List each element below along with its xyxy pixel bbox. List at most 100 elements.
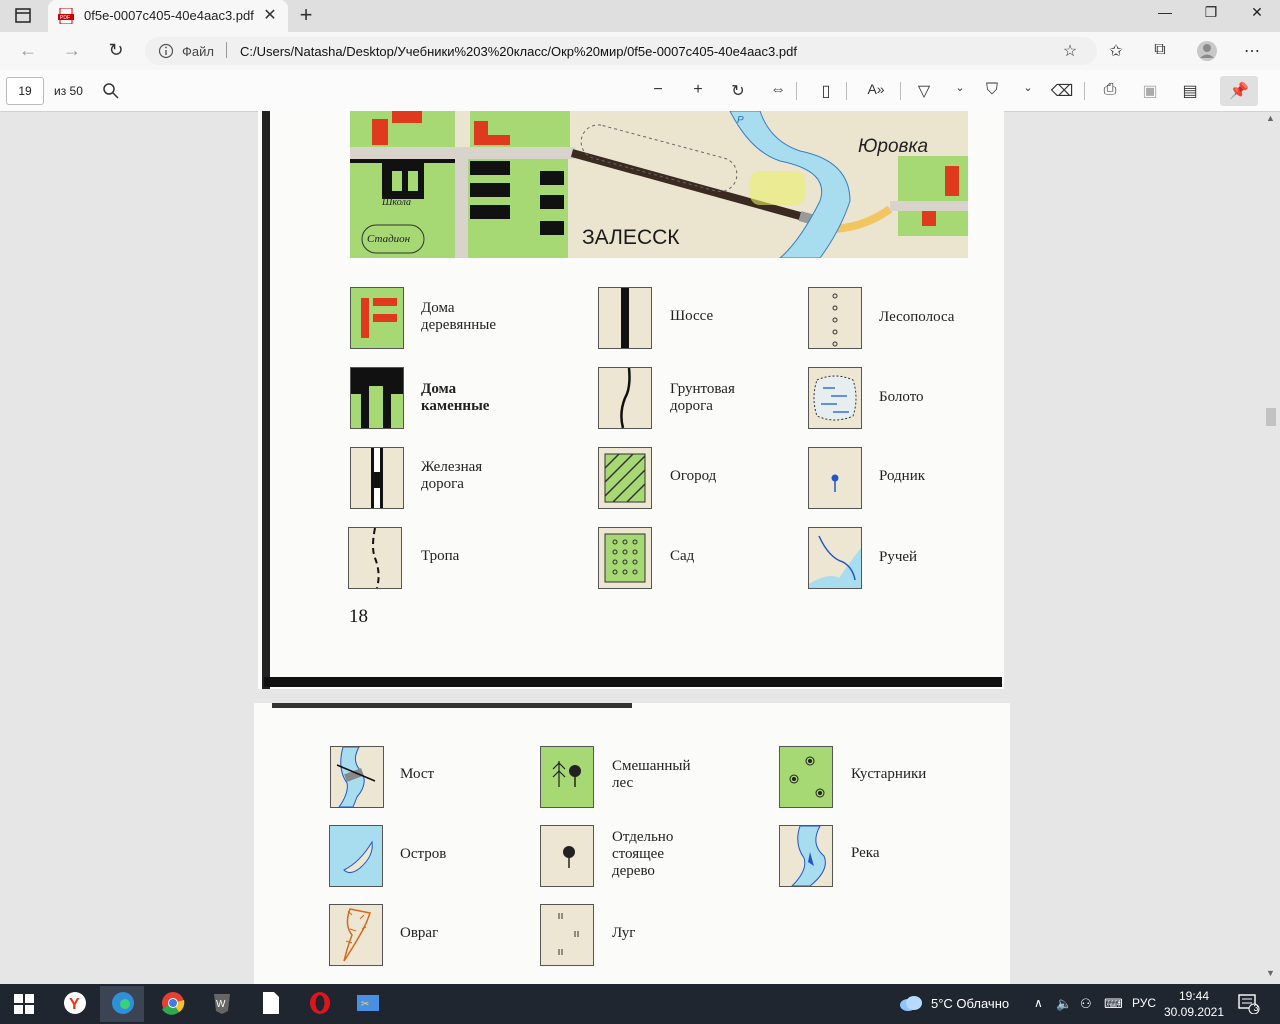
legend-icon-mixed-forest — [540, 746, 594, 808]
legend-label: Кустарники — [851, 766, 927, 782]
windows-start-icon[interactable] — [14, 994, 34, 1014]
scroll-down-icon[interactable]: ▼ — [1266, 968, 1275, 978]
legend-icon-dirt-road — [598, 367, 652, 429]
legend-label: Огород — [670, 468, 717, 484]
legend-icon-path — [348, 527, 402, 589]
svg-text:Y: Y — [69, 996, 80, 1013]
page-view-icon[interactable]: ▯ — [814, 81, 838, 101]
info-icon[interactable] — [158, 43, 174, 59]
clock[interactable]: 19:44 30.09.2021 — [1162, 988, 1226, 1020]
legend-icon-wooden-houses — [350, 287, 404, 349]
back-icon[interactable]: ← — [16, 40, 40, 61]
yandex-browser-icon[interactable]: Y — [63, 991, 87, 1015]
legend-label: Болото — [879, 389, 924, 405]
chevron-up-icon[interactable]: ∧ — [1034, 996, 1043, 1010]
legend-label: Дома каменные — [421, 381, 490, 414]
svg-text:✂: ✂ — [361, 999, 369, 1010]
network-icon[interactable]: ⚇ — [1080, 996, 1092, 1012]
legend-icon-island — [329, 825, 383, 887]
close-tab-icon[interactable]: ✕ — [260, 5, 280, 25]
legend-icon-ravine — [329, 904, 383, 966]
legend-icon-swamp — [808, 367, 862, 429]
new-tab-button[interactable]: + — [296, 2, 316, 28]
eraser-icon[interactable]: ⌫ — [1050, 81, 1074, 101]
minimize-icon[interactable]: — — [1150, 4, 1180, 20]
close-window-icon[interactable]: ✕ — [1242, 4, 1272, 21]
legend-label: Дома деревянные — [421, 300, 497, 333]
rotate-icon[interactable]: ↻ — [726, 81, 750, 101]
highlight-icon[interactable]: ⛉ — [980, 81, 1004, 99]
legend-label: Родник — [879, 468, 926, 484]
cloud-weather-icon[interactable] — [898, 994, 924, 1012]
read-aloud-icon[interactable]: A» — [864, 81, 888, 97]
scroll-up-icon[interactable]: ▲ — [1266, 113, 1275, 123]
legend-icon-railway — [350, 447, 404, 509]
chrome-icon[interactable] — [161, 991, 185, 1015]
toolbar-divider — [846, 82, 847, 100]
tab-actions-icon[interactable] — [14, 7, 32, 25]
legend-label: Сад — [670, 548, 695, 564]
media-app-icon[interactable]: ✂ — [356, 991, 380, 1015]
legend-label: Овраг — [400, 925, 439, 941]
legend-icon-spring — [808, 447, 862, 509]
legend-icon-stone-houses — [350, 367, 404, 429]
chevron-down-icon[interactable]: ⌄ — [1016, 81, 1040, 94]
url-scheme-label: Файл — [182, 44, 214, 59]
add-favorite-icon[interactable]: ☆ — [1058, 41, 1082, 61]
pin-icon[interactable]: 📌 — [1227, 81, 1251, 101]
legend-label: Железная дорога — [421, 459, 483, 492]
print-icon[interactable]: ⎙ — [1098, 81, 1122, 99]
legend-label: Остров — [400, 846, 447, 862]
map-label-stadium: Стадион — [367, 233, 411, 245]
legend-icon-vegetable-garden — [598, 447, 652, 509]
file-icon[interactable] — [261, 991, 281, 1015]
search-icon[interactable] — [102, 82, 120, 100]
legend-icon-stream — [808, 527, 862, 589]
pdf-toolbar — [0, 70, 1280, 112]
url-text[interactable]: C:/Users/Natasha/Desktop/Учебники%203%20… — [240, 44, 797, 59]
scrollbar-thumb[interactable] — [1266, 408, 1276, 426]
page-edge — [262, 111, 270, 689]
page-number-input[interactable]: 19 — [6, 77, 44, 105]
keyboard-icon[interactable]: ⌨ — [1104, 996, 1123, 1012]
fit-page-icon[interactable]: ⇔ — [766, 81, 790, 99]
legend-label: Тропа — [421, 548, 460, 564]
toolbar-divider — [900, 82, 901, 100]
opera-icon[interactable] — [308, 991, 332, 1015]
zoom-in-icon[interactable]: + — [686, 81, 710, 99]
refresh-icon[interactable]: ↻ — [104, 40, 128, 61]
time: 19:44 — [1178, 989, 1210, 1003]
svg-text:W: W — [216, 999, 226, 1010]
edge-icon[interactable] — [111, 991, 135, 1015]
chevron-down-icon[interactable]: ⌄ — [948, 81, 972, 94]
collections-icon[interactable]: ⧉ — [1148, 41, 1172, 59]
pdf-file-icon: PDF — [58, 7, 74, 25]
restore-icon[interactable]: ❐ — [1196, 4, 1226, 21]
more-menu-icon[interactable]: ⋯ — [1240, 41, 1264, 61]
profile-avatar[interactable] — [1196, 40, 1218, 62]
legend-icon-bushes — [779, 746, 833, 808]
draw-icon[interactable]: ▽ — [912, 81, 936, 101]
weather-text[interactable]: 5°C Облачно — [931, 996, 1009, 1011]
save-as-icon[interactable]: ▤ — [1178, 81, 1202, 101]
legend-label: Лесополоса — [879, 309, 955, 325]
zoom-out-icon[interactable]: − — [646, 81, 670, 99]
volume-icon[interactable]: 🔈 — [1056, 996, 1072, 1012]
page-edge — [272, 703, 632, 708]
map-label-zalessk: ЗАЛЕССК — [582, 226, 680, 249]
save-icon[interactable]: ▣ — [1138, 81, 1162, 101]
legend-icon-meadow — [540, 904, 594, 966]
map-label-school: Школа — [382, 197, 411, 208]
page-edge — [264, 677, 1002, 687]
toolbar-divider — [796, 82, 797, 100]
toolbar-divider — [1084, 82, 1085, 100]
legend-icon-orchard — [598, 527, 652, 589]
world-of-tanks-icon[interactable]: W — [210, 991, 234, 1015]
legend-label: Смешанный лес — [612, 758, 691, 791]
language-indicator[interactable]: РУС — [1132, 996, 1156, 1010]
favorites-icon[interactable]: ✩ — [1104, 41, 1128, 61]
legend-icon-highway — [598, 287, 652, 349]
date: 30.09.2021 — [1163, 1005, 1225, 1019]
forward-icon[interactable]: → — [60, 40, 84, 61]
svg-text:PDF: PDF — [60, 15, 70, 21]
